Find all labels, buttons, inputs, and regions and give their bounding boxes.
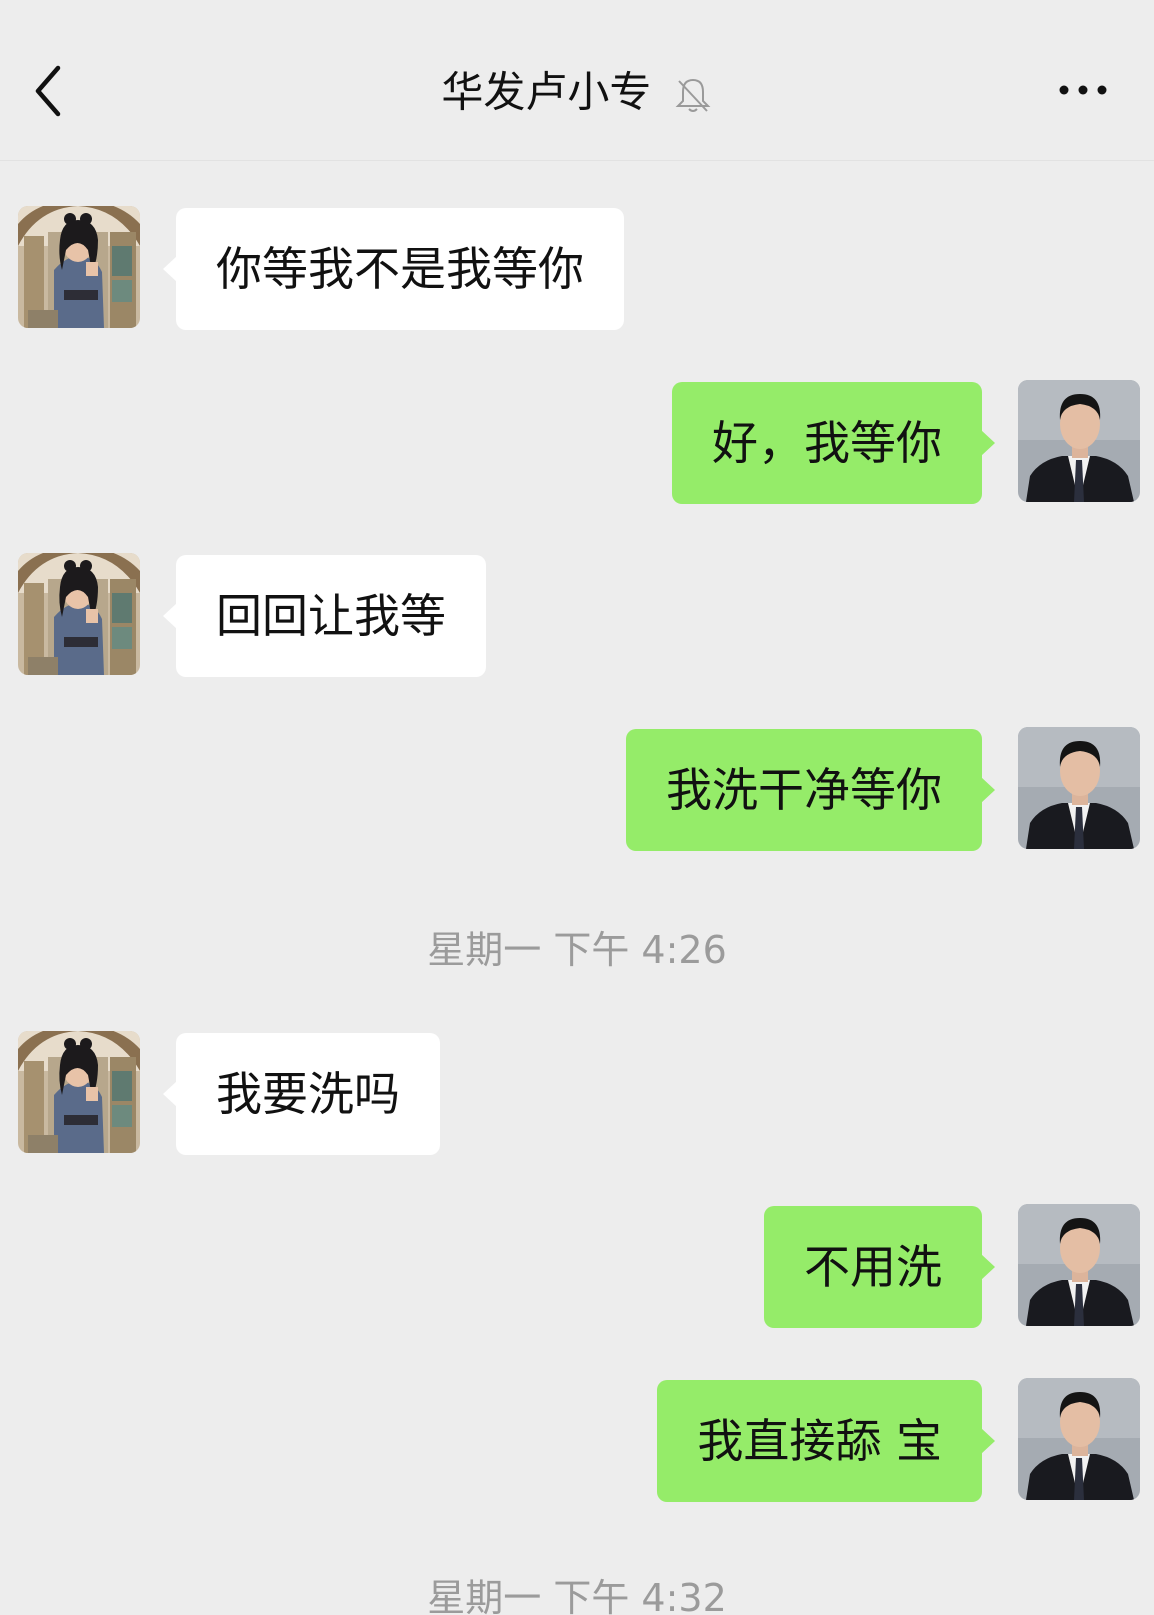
self-avatar[interactable] — [1018, 727, 1140, 849]
message-row: 回回让我等 — [0, 553, 1154, 677]
bubble-tail — [163, 256, 177, 282]
bubble-tail — [163, 1081, 177, 1107]
message-text: 我洗干净等你 — [666, 763, 942, 817]
self-avatar[interactable] — [1018, 1378, 1140, 1500]
chat-title: 华发卢小专 — [441, 67, 652, 117]
self-avatar[interactable] — [1018, 380, 1140, 502]
outgoing-message-bubble[interactable]: 我直接舔 宝 — [657, 1380, 995, 1502]
message-row: 我洗干净等你 — [0, 727, 1154, 851]
contact-avatar[interactable] — [18, 553, 140, 675]
message-row: 我要洗吗 — [0, 1031, 1154, 1155]
bell-off-icon — [673, 73, 713, 113]
message-text: 好，我等你 — [712, 416, 942, 470]
bubble-tail — [163, 603, 177, 629]
more-button[interactable] — [1048, 70, 1118, 110]
message-row: 好，我等你 — [0, 380, 1154, 504]
bubble-tail — [981, 1254, 995, 1280]
timestamp: 星期一 下午 4:32 — [427, 1576, 727, 1615]
message-text: 回回让我等 — [216, 589, 446, 643]
message-text: 我要洗吗 — [216, 1067, 400, 1121]
message-row: 我直接舔 宝 — [0, 1378, 1154, 1502]
timestamp: 星期一 下午 4:26 — [427, 928, 727, 972]
chat-header: 华发卢小专 — [0, 0, 1154, 161]
bubble-tail — [981, 777, 995, 803]
bubble-tail — [981, 1428, 995, 1454]
incoming-message-bubble[interactable]: 我要洗吗 — [163, 1033, 440, 1155]
incoming-message-bubble[interactable]: 回回让我等 — [163, 555, 486, 677]
contact-avatar[interactable] — [18, 1031, 140, 1153]
incoming-message-bubble[interactable]: 你等我不是我等你 — [163, 208, 624, 330]
bubble-tail — [981, 430, 995, 456]
more-dots-icon — [1059, 85, 1107, 95]
contact-avatar[interactable] — [18, 206, 140, 328]
message-row: 你等我不是我等你 — [0, 206, 1154, 330]
outgoing-message-bubble[interactable]: 不用洗 — [764, 1206, 995, 1328]
self-avatar[interactable] — [1018, 1204, 1140, 1326]
message-text: 你等我不是我等你 — [216, 242, 584, 296]
outgoing-message-bubble[interactable]: 我洗干净等你 — [626, 729, 995, 851]
chat-screen: 华发卢小专 你等我不是我等你 好，我等你 回回让我等 我洗干净等你 星期一 下午… — [0, 0, 1154, 1615]
message-text: 我直接舔 宝 — [697, 1414, 942, 1468]
chat-title-area: 华发卢小专 — [0, 62, 1154, 121]
message-text: 不用洗 — [804, 1240, 942, 1294]
outgoing-message-bubble[interactable]: 好，我等你 — [672, 382, 995, 504]
message-row: 不用洗 — [0, 1204, 1154, 1328]
